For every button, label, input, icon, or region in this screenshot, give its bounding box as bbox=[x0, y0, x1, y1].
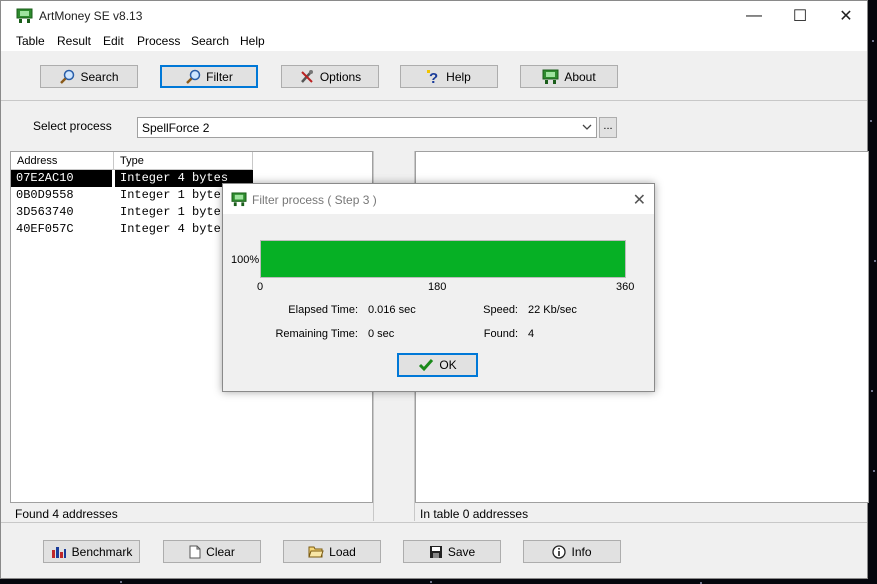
menu-edit[interactable]: Edit bbox=[103, 34, 124, 48]
ok-button[interactable]: OK bbox=[397, 353, 478, 377]
save-button[interactable]: Save bbox=[403, 540, 501, 563]
column-header-address[interactable]: Address bbox=[11, 152, 114, 170]
maximize-button[interactable]: ☐ bbox=[777, 1, 823, 31]
search-button-label: Search bbox=[80, 69, 119, 84]
elapsed-time-value: 0.016 sec bbox=[368, 304, 416, 316]
search-icon bbox=[60, 69, 75, 84]
filter-process-dialog: Filter process ( Step 3 ) ✕ 100% 0 180 3… bbox=[222, 183, 655, 392]
info-button-label: Info bbox=[571, 544, 592, 559]
info-button[interactable]: Info bbox=[523, 540, 621, 563]
help-button[interactable]: ? Help bbox=[400, 65, 498, 88]
clear-button[interactable]: Clear bbox=[163, 540, 261, 563]
select-process-label: Select process bbox=[33, 119, 112, 133]
column-header-type[interactable]: Type bbox=[114, 152, 253, 170]
found-value: 4 bbox=[528, 328, 535, 340]
save-icon bbox=[429, 545, 442, 558]
filter-icon bbox=[186, 69, 201, 84]
options-button-label: Options bbox=[319, 69, 362, 84]
minimize-button[interactable]: — bbox=[731, 1, 777, 31]
app-icon bbox=[16, 8, 33, 23]
load-button[interactable]: Load bbox=[283, 540, 381, 563]
load-icon bbox=[308, 546, 324, 558]
row-address: 07E2AC10 bbox=[11, 170, 112, 187]
app-icon bbox=[231, 192, 247, 207]
process-value: SpellForce 2 bbox=[142, 121, 210, 135]
clear-icon bbox=[189, 545, 201, 558]
clear-button-label: Clear bbox=[206, 544, 235, 559]
about-button[interactable]: About bbox=[520, 65, 618, 88]
speed-label: Speed: bbox=[483, 304, 518, 316]
toolbar: Search Filter Options ? Help About bbox=[1, 51, 867, 101]
progress-bar bbox=[260, 240, 626, 278]
row-address: 3D563740 bbox=[16, 205, 74, 219]
title-bar[interactable]: ArtMoney SE v8.13 — ☐ ✕ bbox=[1, 1, 867, 31]
info-icon bbox=[552, 544, 567, 559]
options-button[interactable]: Options bbox=[281, 65, 379, 88]
load-button-label: Load bbox=[329, 544, 356, 559]
filter-button-label: Filter bbox=[206, 69, 233, 84]
menu-table[interactable]: Table bbox=[16, 34, 45, 48]
options-icon bbox=[300, 69, 313, 83]
progress-tick-mid: 180 bbox=[428, 281, 447, 293]
svg-text:?: ? bbox=[429, 70, 438, 85]
benchmark-button[interactable]: Benchmark bbox=[43, 540, 140, 563]
row-address: 0B0D9558 bbox=[16, 188, 74, 202]
table-status: In table 0 addresses bbox=[420, 507, 529, 521]
menu-bar: Table Result Edit Process Search Help bbox=[1, 31, 867, 51]
found-status: Found 4 addresses bbox=[15, 507, 118, 521]
process-dropdown[interactable]: SpellForce 2 bbox=[137, 117, 597, 138]
row-address: 40EF057C bbox=[16, 222, 74, 236]
menu-result[interactable]: Result bbox=[57, 34, 91, 48]
progress-tick-max: 360 bbox=[616, 281, 635, 293]
remaining-time-value: 0 sec bbox=[368, 328, 395, 340]
elapsed-time-label: Elapsed Time: bbox=[288, 304, 358, 316]
speed-value: 22 Kb/sec bbox=[528, 304, 577, 316]
remaining-time-label: Remaining Time: bbox=[275, 328, 358, 340]
window-title: ArtMoney SE v8.13 bbox=[39, 9, 143, 23]
checkmark-icon bbox=[419, 359, 434, 372]
help-button-label: Help bbox=[446, 69, 471, 84]
filter-button[interactable]: Filter bbox=[160, 65, 258, 88]
benchmark-icon bbox=[51, 546, 66, 558]
about-icon bbox=[542, 69, 559, 84]
chevron-down-icon bbox=[582, 124, 592, 130]
close-button[interactable]: ✕ bbox=[823, 1, 869, 31]
dialog-title: Filter process ( Step 3 ) bbox=[252, 193, 377, 207]
progress-percent: 100% bbox=[231, 254, 260, 266]
benchmark-button-label: Benchmark bbox=[71, 544, 133, 559]
dialog-close-button[interactable]: ✕ bbox=[633, 190, 646, 210]
save-button-label: Save bbox=[447, 544, 476, 559]
help-icon: ? bbox=[427, 69, 438, 85]
dialog-title-bar[interactable]: Filter process ( Step 3 ) ✕ bbox=[223, 184, 654, 214]
menu-search[interactable]: Search bbox=[191, 34, 229, 48]
found-label: Found: bbox=[483, 328, 518, 340]
menu-help[interactable]: Help bbox=[240, 34, 265, 48]
bottom-toolbar: Benchmark Clear Load Save Info bbox=[1, 522, 867, 580]
menu-process[interactable]: Process bbox=[137, 34, 180, 48]
about-button-label: About bbox=[564, 69, 596, 84]
search-button[interactable]: Search bbox=[40, 65, 138, 88]
progress-fill bbox=[261, 241, 625, 277]
ok-button-label: OK bbox=[439, 358, 457, 372]
browse-process-button[interactable]: ... bbox=[599, 117, 617, 138]
progress-tick-min: 0 bbox=[257, 281, 264, 293]
